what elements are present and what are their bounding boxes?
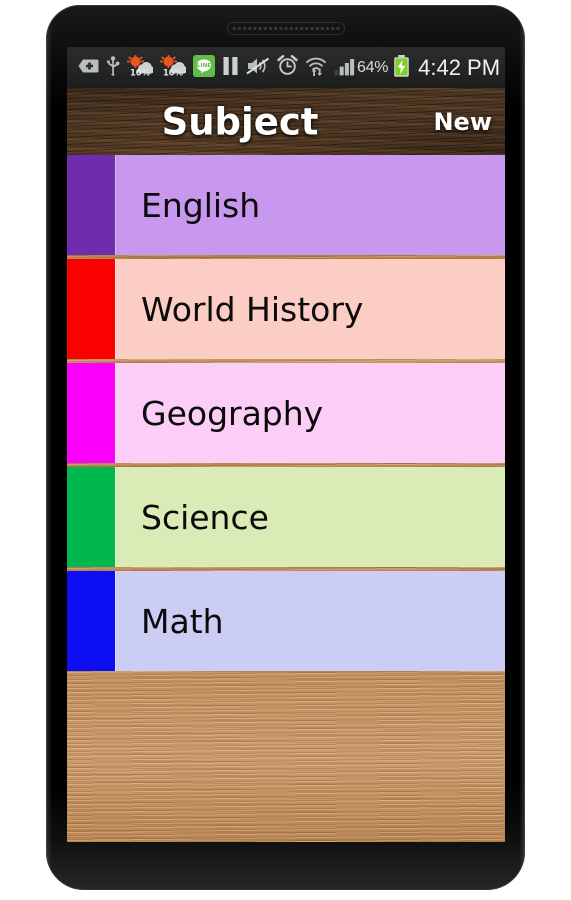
alarm-clock-icon [277,54,298,80]
subject-name-label: World History [141,289,364,329]
status-bar-notification-icons: 10% 10% LINE [77,54,357,81]
subject-color-swatch [67,363,115,463]
subject-list-item[interactable]: English [67,155,505,255]
wifi-icon [305,56,327,80]
earpiece-speaker-grille [227,23,344,34]
phone-device-frame: 10% 10% LINE 64% 4:42 PM Subject New Eng… [46,5,525,890]
android-status-bar: 10% 10% LINE 64% 4:42 PM [67,47,505,88]
svg-text:10%: 10% [130,67,151,76]
weather-rain-10-percent-icon: 10% [127,55,155,80]
phone-screen: 10% 10% LINE 64% 4:42 PM Subject New Eng… [67,47,505,842]
subject-row-body: Math [115,571,505,671]
subject-list[interactable]: English World History Geography Science Math [67,155,505,842]
subject-list-item[interactable]: Math [67,571,505,671]
subject-color-swatch [67,571,115,671]
subject-color-swatch [67,155,115,255]
add-download-icon [77,57,99,79]
battery-percent-label: 64% [357,58,389,76]
subject-list-item[interactable]: Geography [67,363,505,463]
mute-icon [246,56,270,80]
svg-text:10%: 10% [163,67,184,76]
subject-color-swatch [67,467,115,567]
new-subject-button[interactable]: New [433,108,492,136]
subject-name-label: Geography [141,393,324,433]
subject-row-body: Geography [115,363,505,463]
subject-name-label: Math [141,601,224,641]
pause-icon [222,56,239,80]
svg-text:LINE: LINE [197,63,211,69]
subject-name-label: Science [141,497,269,537]
earpiece-holes [231,25,340,32]
usb-icon [106,55,120,80]
subject-row-body: World History [115,259,505,359]
signal-bars-icon [334,56,357,80]
weather-rain-10-percent-icon-2: 10% [160,55,188,80]
subject-list-item[interactable]: World History [67,259,505,359]
battery-charging-icon [393,54,410,81]
subject-name-label: English [141,185,261,225]
status-bar-clock: 4:42 PM [418,54,501,80]
subject-row-body: Science [115,467,505,567]
subject-list-item[interactable]: Science [67,467,505,567]
subject-row-body: English [115,155,505,255]
line-messenger-icon: LINE [193,54,215,81]
status-bar-system-area: 64% 4:42 PM [357,54,501,81]
app-action-bar: Subject New [67,88,505,155]
subject-color-swatch [67,259,115,359]
